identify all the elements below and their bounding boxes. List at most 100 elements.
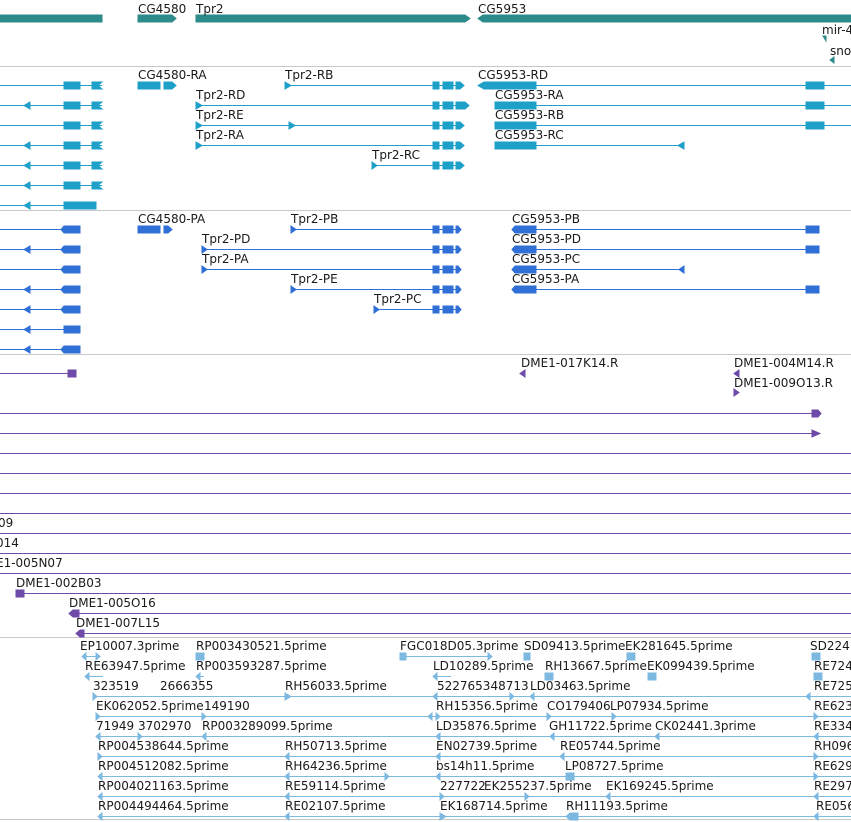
transcript-label: CG4580-RA bbox=[138, 68, 207, 82]
transcript-left-2[interactable] bbox=[0, 101, 104, 110]
gene-feature-cg4580[interactable] bbox=[137, 14, 177, 23]
transcript-label: Tpr2-RD bbox=[195, 88, 245, 102]
est-feature[interactable] bbox=[647, 672, 657, 681]
transcript-label: CG5953-RB bbox=[495, 108, 564, 122]
transcript-left-5[interactable] bbox=[0, 161, 104, 170]
clone-feature[interactable] bbox=[75, 629, 851, 638]
est-label: 149190 bbox=[204, 699, 250, 713]
clone-feature[interactable] bbox=[733, 388, 740, 397]
est-label: EP10007.3prime bbox=[80, 639, 179, 653]
transcript-label: CG5953-RA bbox=[495, 88, 564, 102]
est-label: RP003593287.5prime bbox=[196, 659, 327, 673]
clone-label: DME1-009O13.R bbox=[734, 376, 833, 390]
transcript-cg4580-ra[interactable] bbox=[137, 81, 177, 90]
est-label: RE02107.5prime bbox=[285, 799, 386, 813]
est-label: CK02441.3prime bbox=[655, 719, 756, 733]
est-label: RP003289099.5prime bbox=[202, 719, 333, 733]
est-label: 3702970 bbox=[138, 719, 191, 733]
protein-label: CG4580-PA bbox=[138, 212, 206, 226]
protein-label: Tpr2-PC bbox=[373, 292, 421, 306]
clone-feature[interactable] bbox=[68, 609, 851, 618]
clone-label: 09 bbox=[0, 516, 13, 530]
transcript-label: Tpr2-RB bbox=[284, 68, 333, 82]
gene-label: Tpr2 bbox=[195, 2, 224, 16]
protein-left-2[interactable] bbox=[0, 245, 81, 254]
gene-feature-tpr2[interactable] bbox=[195, 14, 471, 23]
clone-label: DME1-002B03 bbox=[16, 576, 102, 590]
est-label: RH096 bbox=[814, 739, 851, 753]
est-label: RH15356.5prime bbox=[436, 699, 538, 713]
est-label: RE334 bbox=[814, 719, 851, 733]
est-label: SD09413.5prime bbox=[524, 639, 625, 653]
transcript-label: Tpr2-RC bbox=[371, 148, 420, 162]
est-label: EK062052.5prime bbox=[96, 699, 204, 713]
est-label: EN02739.5prime bbox=[436, 739, 537, 753]
protein-left-1[interactable] bbox=[0, 225, 81, 234]
est-label: EK169245.5prime bbox=[606, 779, 714, 793]
est-label: RP004512082.5prime bbox=[98, 759, 229, 773]
protein-left-5[interactable] bbox=[0, 305, 81, 314]
transcript-tpr2-rc[interactable] bbox=[371, 161, 465, 170]
est-feature[interactable] bbox=[97, 811, 851, 822]
est-label: GH11722.5prime bbox=[549, 719, 652, 733]
est-label: LD10289.5prime bbox=[433, 659, 534, 673]
protein-tpr2-pc[interactable] bbox=[373, 305, 462, 314]
est-label: RE623 bbox=[814, 699, 851, 713]
est-label: RE056 bbox=[816, 799, 851, 813]
transcript-left-6[interactable] bbox=[0, 181, 104, 190]
transcript-tpr2-ra[interactable] bbox=[195, 141, 465, 150]
est-label: RE724 bbox=[814, 659, 851, 673]
protein-left-4[interactable] bbox=[0, 285, 81, 294]
est-label: LP07934.5prime bbox=[610, 699, 709, 713]
transcript-left-4[interactable] bbox=[0, 141, 104, 150]
clone-label: DME1-004M14.R bbox=[734, 356, 834, 370]
est-label: RE63947.5prime bbox=[85, 659, 186, 673]
est-label: RE297 bbox=[814, 779, 851, 793]
protein-cg5953-pa[interactable] bbox=[511, 285, 820, 294]
est-label: EK281645.5prime bbox=[625, 639, 733, 653]
protein-cg4580-pa[interactable] bbox=[137, 225, 173, 234]
protein-tpr2-pb[interactable] bbox=[290, 225, 462, 234]
protein-label: Tpr2-PE bbox=[290, 272, 338, 286]
clone-feature[interactable] bbox=[519, 369, 526, 378]
protein-label: Tpr2-PA bbox=[201, 252, 249, 266]
gene-track: CG4580 Tpr2 CG5953 mir-4 sno bbox=[0, 2, 851, 64]
est-label: RH50713.5prime bbox=[285, 739, 387, 753]
protein-label: CG5953-PA bbox=[512, 272, 580, 286]
clone-label: DME1-017K14.R bbox=[521, 356, 618, 370]
protein-left-3[interactable] bbox=[0, 265, 81, 274]
est-label: RP004494464.5prime bbox=[98, 799, 229, 813]
transcript-cg5953-rc[interactable] bbox=[494, 141, 685, 150]
transcript-left-3[interactable] bbox=[0, 121, 104, 130]
clone-feature[interactable] bbox=[0, 369, 77, 378]
protein-label: Tpr2-PD bbox=[201, 232, 250, 246]
gene-label: sno bbox=[830, 44, 851, 58]
clone-feature[interactable] bbox=[0, 429, 822, 438]
genome-browser-view: CG4580 Tpr2 CG5953 mir-4 sno CG4580-RA T… bbox=[0, 0, 851, 822]
clone-label: DME1-007L15 bbox=[76, 616, 160, 630]
est-label: EK255237.5prime bbox=[484, 779, 592, 793]
clone-feature[interactable] bbox=[0, 409, 822, 418]
transcript-left-7[interactable] bbox=[0, 201, 97, 210]
est-label: RH13667.5prime bbox=[545, 659, 647, 673]
est-label: SD224 bbox=[810, 639, 850, 653]
est-label: FGC018D05.3prime bbox=[400, 639, 518, 653]
gene-feature-left[interactable] bbox=[0, 14, 103, 23]
transcript-label: CG5953-RC bbox=[495, 128, 564, 142]
est-label: RH64236.5prime bbox=[285, 759, 387, 773]
clone-label: 014 bbox=[0, 536, 19, 550]
protein-left-7[interactable] bbox=[0, 345, 81, 354]
protein-left-6[interactable] bbox=[0, 325, 81, 334]
protein-label: Tpr2-PB bbox=[290, 212, 338, 226]
est-track: EP10007.3prime RP003430521.5prime FGC018… bbox=[80, 639, 851, 822]
transcript-tpr2-rb[interactable] bbox=[284, 81, 465, 90]
gene-feature-cg5953[interactable] bbox=[477, 14, 851, 23]
gene-label: CG5953 bbox=[478, 2, 526, 16]
est-label: 522765348713 bbox=[437, 679, 529, 693]
est-label: RP003430521.5prime bbox=[196, 639, 327, 653]
transcript-label: CG5953-RD bbox=[478, 68, 548, 82]
est-label: LD03463.5prime bbox=[530, 679, 631, 693]
est-label: RH11193.5prime bbox=[566, 799, 668, 813]
transcript-left-1[interactable] bbox=[0, 81, 104, 90]
est-label: LD35876.5prime bbox=[436, 719, 537, 733]
